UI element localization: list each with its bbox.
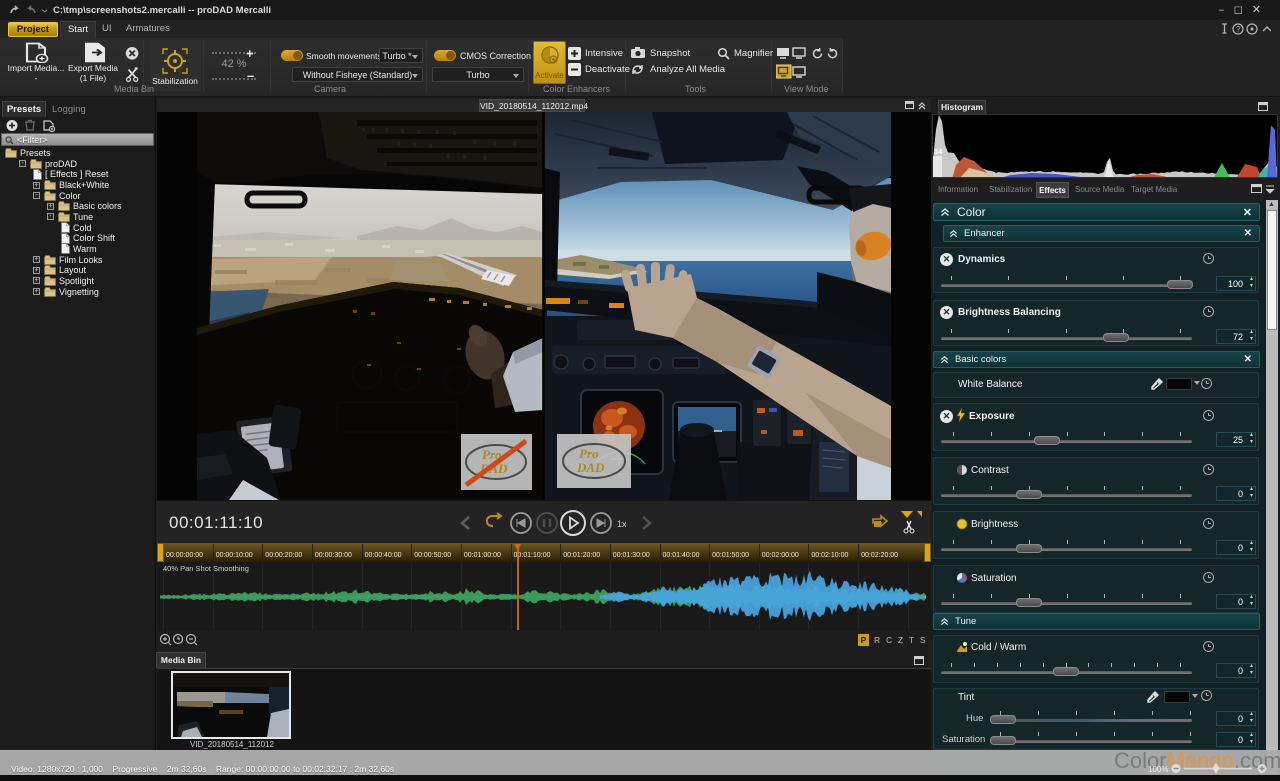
svg-text:Pro: Pro bbox=[579, 446, 599, 461]
svg-text:1x: 1x bbox=[617, 519, 627, 529]
svg-text:?: ? bbox=[1236, 25, 1241, 34]
svg-text:DAD: DAD bbox=[576, 460, 605, 475]
